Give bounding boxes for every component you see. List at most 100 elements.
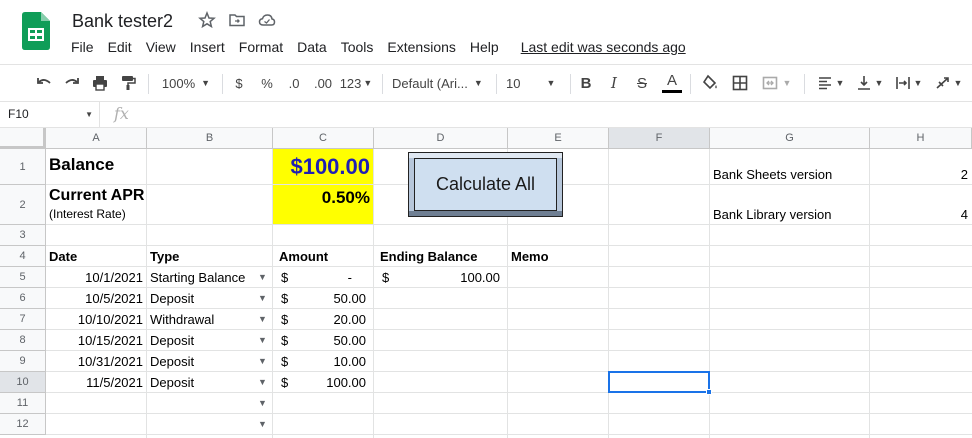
dropdown-arrow-icon[interactable]: ▼ [258,272,267,282]
vertical-align-icon[interactable]: ▼ [852,65,886,101]
column-header-h[interactable]: H [870,128,972,149]
text-color-swatch [662,90,682,93]
document-title[interactable]: Bank tester2 [72,9,173,33]
formula-input[interactable] [140,102,970,127]
row-header-2[interactable]: 2 [0,185,46,225]
fill-handle[interactable] [706,389,712,395]
undo-icon[interactable] [32,65,56,101]
zoom-select[interactable]: 100% ▼ [158,65,214,101]
select-all-corner[interactable] [0,128,46,149]
type-cell[interactable]: Starting Balance [147,267,245,288]
fill-color-icon[interactable] [698,65,722,101]
menu-extensions[interactable]: Extensions [380,37,462,57]
row-header-9[interactable]: 9 [0,351,46,372]
balance-value[interactable]: $100.00 [273,152,374,182]
menu-edit[interactable]: Edit [101,37,139,57]
print-icon[interactable] [88,65,112,101]
merge-cells-icon[interactable]: ▼ [756,65,796,101]
menu-data[interactable]: Data [290,37,334,57]
text-color-button[interactable]: A [660,65,684,101]
column-header-c[interactable]: C [273,128,374,149]
text-wrapping-icon[interactable]: ▼ [890,65,926,101]
column-header-f[interactable]: F [609,128,710,149]
menu-help[interactable]: Help [463,37,506,57]
row-header-4[interactable]: 4 [0,246,46,267]
menu-tools[interactable]: Tools [334,37,381,57]
row-header-8[interactable]: 8 [0,330,46,351]
name-box[interactable]: F10 ▼ [0,102,100,127]
type-cell[interactable]: Deposit [147,330,194,351]
menu-file[interactable]: File [64,37,101,57]
font-family-select[interactable]: Default (Ari... ▼ [392,65,488,101]
row-header-11[interactable]: 11 [0,393,46,414]
dropdown-arrow-icon[interactable]: ▼ [258,314,267,324]
borders-icon[interactable] [728,65,752,101]
type-cell[interactable]: Withdrawal [147,309,214,330]
date-cell[interactable]: 10/31/2021 [46,351,147,372]
column-header-d[interactable]: D [374,128,508,149]
decrease-decimals-button[interactable]: .0 [282,65,306,101]
chevron-down-icon: ▼ [473,78,483,88]
more-formats-button[interactable]: 123 ▼ [338,65,374,101]
row-header-7[interactable]: 7 [0,309,46,330]
date-cell[interactable]: 10/5/2021 [46,288,147,309]
row-header-3[interactable]: 3 [0,225,46,246]
date-cell[interactable]: 10/1/2021 [46,267,147,288]
increase-decimals-button[interactable]: .00 [310,65,336,101]
menu-view[interactable]: View [139,37,183,57]
italic-button[interactable]: I [604,65,624,101]
row-header-10[interactable]: 10 [0,372,46,393]
ending-balance-cell[interactable]: 100.00 [374,267,508,288]
type-cell[interactable]: Deposit [147,372,194,393]
row-header-1[interactable]: 1 [0,149,46,185]
column-header-g[interactable]: G [710,128,870,149]
dropdown-arrow-icon[interactable]: ▼ [258,356,267,366]
spreadsheet-grid[interactable]: A B C D E F G H 1 2 3 4 5 6 7 8 9 10 11 … [0,128,972,438]
menu-insert[interactable]: Insert [183,37,232,57]
type-cell[interactable]: Deposit [147,288,194,309]
paint-format-icon[interactable] [116,65,140,101]
star-icon[interactable] [198,10,216,29]
apr-value[interactable]: 0.50% [273,186,374,210]
text-rotation-icon[interactable]: ▼ [930,65,966,101]
balance-label: Balance [49,155,115,174]
format-currency-button[interactable]: $ [229,65,249,101]
strikethrough-button[interactable]: S [632,65,652,101]
format-percent-button[interactable]: % [257,65,277,101]
date-cell[interactable]: 10/15/2021 [46,330,147,351]
date-cell[interactable]: 10/10/2021 [46,309,147,330]
row-header-12[interactable]: 12 [0,414,46,435]
menu-format[interactable]: Format [232,37,290,57]
cloud-saved-icon[interactable] [258,11,276,29]
date-cell[interactable]: 11/5/2021 [46,372,147,393]
move-to-folder-icon[interactable] [228,11,246,29]
bank-library-version-value[interactable]: 4 [870,204,972,224]
dropdown-arrow-icon[interactable]: ▼ [258,398,267,408]
sheets-logo-icon[interactable] [22,12,50,50]
column-header-e[interactable]: E [508,128,609,149]
column-header-a[interactable]: A [46,128,147,149]
dropdown-arrow-icon[interactable]: ▼ [258,335,267,345]
last-edit-link[interactable]: Last edit was seconds ago [514,37,693,57]
calculate-all-button[interactable]: Calculate All [408,152,563,217]
amount-cell[interactable]: - [273,267,374,288]
amount-cell[interactable]: 10.00 [273,351,374,372]
dropdown-arrow-icon[interactable]: ▼ [258,377,267,387]
decrease-decimals-label: .0 [288,75,300,91]
amount-cell[interactable]: 20.00 [273,309,374,330]
bank-sheets-version-value[interactable]: 2 [870,164,972,184]
column-header-b[interactable]: B [147,128,273,149]
horizontal-align-icon[interactable]: ▼ [812,65,848,101]
selected-cell-f10[interactable] [608,371,710,393]
redo-icon[interactable] [60,65,84,101]
dropdown-arrow-icon[interactable]: ▼ [258,419,267,429]
amount-cell[interactable]: 50.00 [273,330,374,351]
amount-cell[interactable]: 50.00 [273,288,374,309]
type-cell[interactable]: Deposit [147,351,194,372]
bold-button[interactable]: B [576,65,596,101]
font-size-select[interactable]: 10 ▼ [506,65,564,101]
amount-cell[interactable]: 100.00 [273,372,374,393]
row-header-5[interactable]: 5 [0,267,46,288]
dropdown-arrow-icon[interactable]: ▼ [258,293,267,303]
row-header-6[interactable]: 6 [0,288,46,309]
